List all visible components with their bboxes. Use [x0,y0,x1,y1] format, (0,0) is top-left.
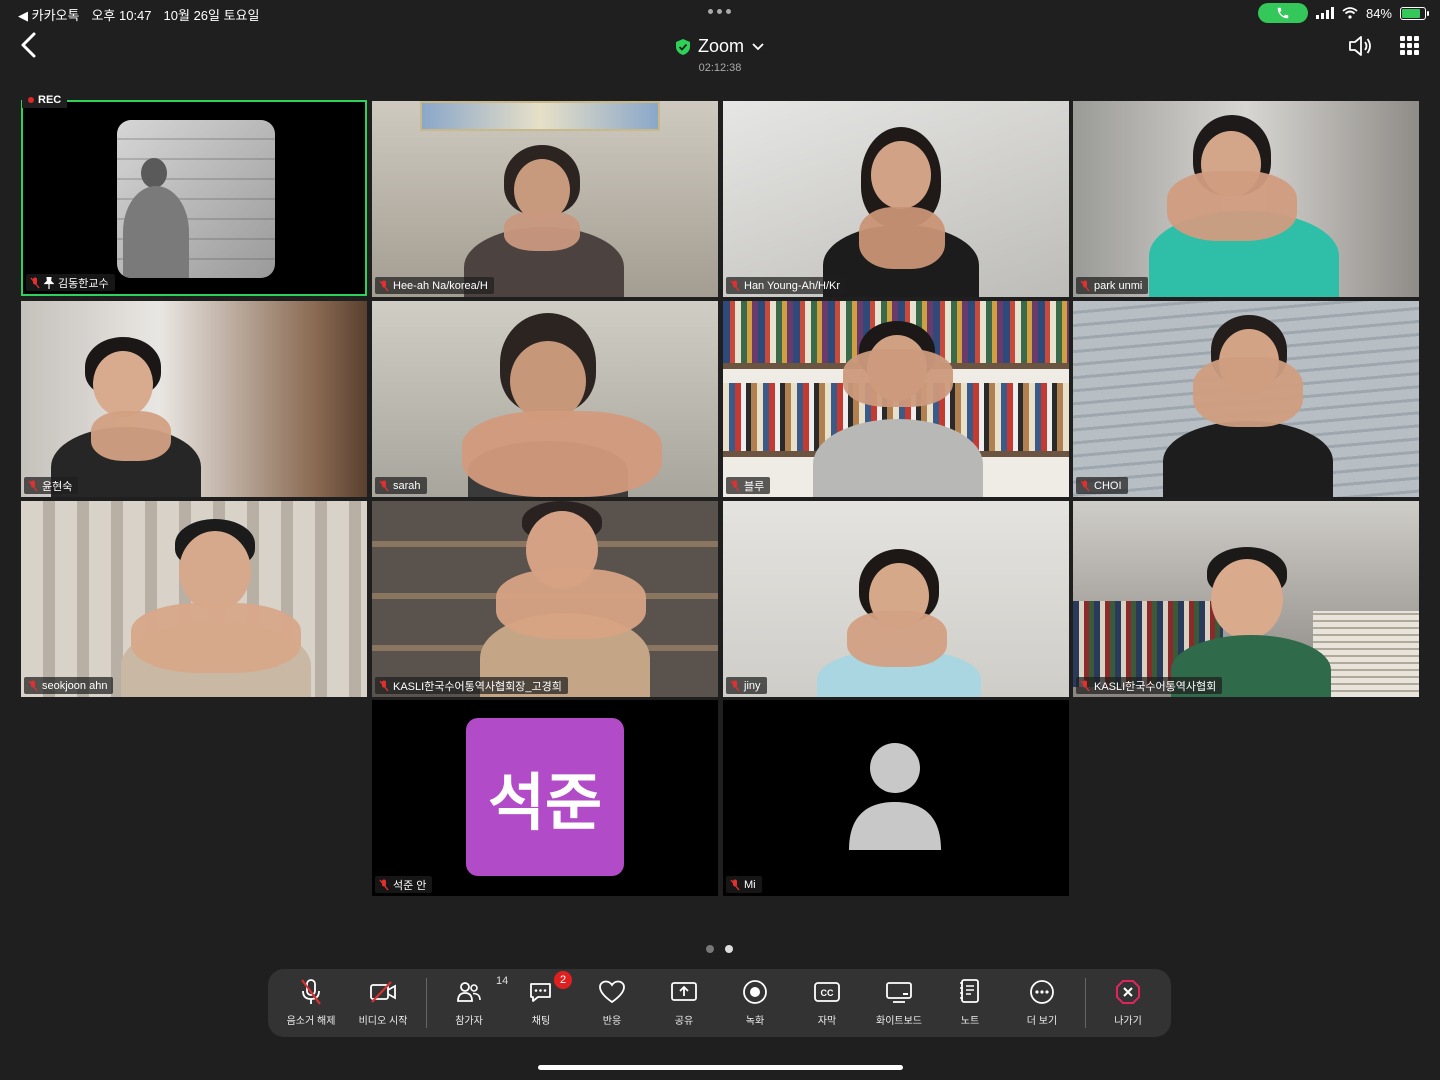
muted-mic-icon [730,879,740,890]
heart-icon [599,980,625,1004]
record-button[interactable]: 녹화 [720,977,790,1031]
status-date: 10월 26일 토요일 [163,8,260,23]
muted-mic-icon [28,680,38,691]
participant-name: 블루 [744,480,765,493]
wifi-icon [1342,7,1358,19]
notes-icon [960,979,979,1003]
participant-name: 석준 안 [393,879,427,892]
back-to-app-link[interactable]: ◀ 카카오톡 [18,5,79,24]
participant-name: sarah [393,479,421,492]
participant-tile[interactable]: 석준 석준 안 [372,700,718,896]
participant-name: jiny [744,679,761,692]
participant-tile[interactable]: Hee-ah Na/korea/H [372,101,718,297]
chevron-down-icon [752,42,764,50]
participant-tile[interactable]: park unmi [1073,101,1419,297]
participant-tile[interactable]: Han Young-Ah/H/Kr [723,101,1069,297]
speaker-icon[interactable] [1347,34,1373,58]
more-button[interactable]: 더 보기 [1007,977,1077,1031]
battery-icon [1400,6,1429,20]
participant-name: 윤현숙 [42,480,73,493]
reactions-button[interactable]: 반응 [577,977,647,1031]
record-icon [743,980,767,1004]
participant-tile[interactable]: 김동한교수 [21,100,367,296]
muted-mic-icon [379,879,389,890]
participants-button[interactable]: 14 참가자 [434,975,508,1031]
share-button[interactable]: 공유 [649,977,719,1031]
page-indicator[interactable] [706,945,733,953]
battery-percent: 84% [1365,5,1392,21]
video-off-icon [370,981,396,1003]
multitask-dots-icon[interactable] [708,9,731,14]
pin-icon [44,276,54,289]
closed-captions-icon: CC [814,982,840,1002]
meeting-title-area[interactable]: Zoom 02:12:38 [620,36,820,74]
chat-unread-badge: 2 [554,971,572,989]
participant-tile[interactable]: Mi [723,700,1069,896]
participant-name: Mi [744,878,756,891]
muted-mic-icon [379,680,389,691]
gallery-view-icon[interactable] [1400,36,1419,55]
participant-tile[interactable]: KASLI한국수어통역사협회장_고경희 [372,501,718,697]
muted-mic-icon [30,277,40,288]
unmute-button[interactable]: 음소거 해제 [276,977,346,1031]
home-indicator[interactable] [538,1065,903,1070]
participant-tile[interactable]: 블루 [723,301,1069,497]
participant-tile[interactable]: sarah [372,301,718,497]
participant-tile[interactable]: KASLI한국수어통역사협회 [1073,501,1419,697]
muted-mic-icon [379,280,389,291]
participant-tile[interactable]: CHOI [1073,301,1419,497]
phone-icon [1277,7,1289,19]
status-time: 오후 10:47 [91,8,152,23]
meeting-timer: 02:12:38 [698,62,742,74]
whiteboard-icon [886,982,912,1003]
leave-button[interactable]: 나가기 [1093,977,1163,1031]
participant-name: Han Young-Ah/H/Kr [744,279,841,292]
participant-tile[interactable]: 윤현숙 [21,301,367,497]
back-chevron-icon[interactable] [16,30,42,60]
recording-indicator: REC [22,92,68,108]
chat-button[interactable]: 2 채팅 [506,971,576,1031]
muted-mic-icon [301,979,321,1005]
cellular-signal-icon [1315,7,1334,19]
leave-icon [1116,980,1140,1004]
default-avatar-icon [849,743,941,850]
muted-mic-icon [1080,280,1090,291]
chat-icon [530,983,551,1002]
participant-name: park unmi [1094,279,1143,292]
whiteboard-button[interactable]: 화이트보드 [864,977,934,1031]
share-screen-icon [671,982,697,1001]
participant-name: CHOI [1094,479,1122,492]
captions-button[interactable]: CC 자막 [792,977,862,1031]
muted-mic-icon [730,680,740,691]
participant-name: KASLI한국수어통역사협회 [1094,680,1217,693]
more-icon [1030,980,1054,1004]
avatar: 석준 [466,718,624,876]
meeting-toolbar: 음소거 해제 비디오 시작 14 참가자 2 채팅 반응 공유 녹화 CC 자막… [268,969,1171,1037]
svg-text:CC: CC [821,988,834,998]
participants-icon [457,982,481,1002]
muted-mic-icon [1080,480,1090,491]
participant-name: Hee-ah Na/korea/H [393,279,488,292]
muted-mic-icon [730,280,740,291]
shield-check-icon [675,38,690,55]
participant-tile[interactable]: seokjoon ahn [21,501,367,697]
notes-button[interactable]: 노트 [935,977,1005,1031]
muted-mic-icon [730,480,740,491]
meeting-title: Zoom [697,36,744,56]
muted-mic-icon [1080,680,1090,691]
participant-tile[interactable]: jiny [723,501,1069,697]
muted-mic-icon [379,480,389,491]
status-bar: ◀ 카카오톡 오후 10:47 10월 26일 토요일 84% [0,0,1440,26]
active-call-pill[interactable] [1257,3,1308,23]
participant-name: KASLI한국수어통역사협회장_고경희 [393,680,562,693]
participant-name: 김동한교수 [58,277,109,290]
muted-mic-icon [28,480,38,491]
participant-name: seokjoon ahn [42,679,108,692]
start-video-button[interactable]: 비디오 시작 [348,977,418,1031]
